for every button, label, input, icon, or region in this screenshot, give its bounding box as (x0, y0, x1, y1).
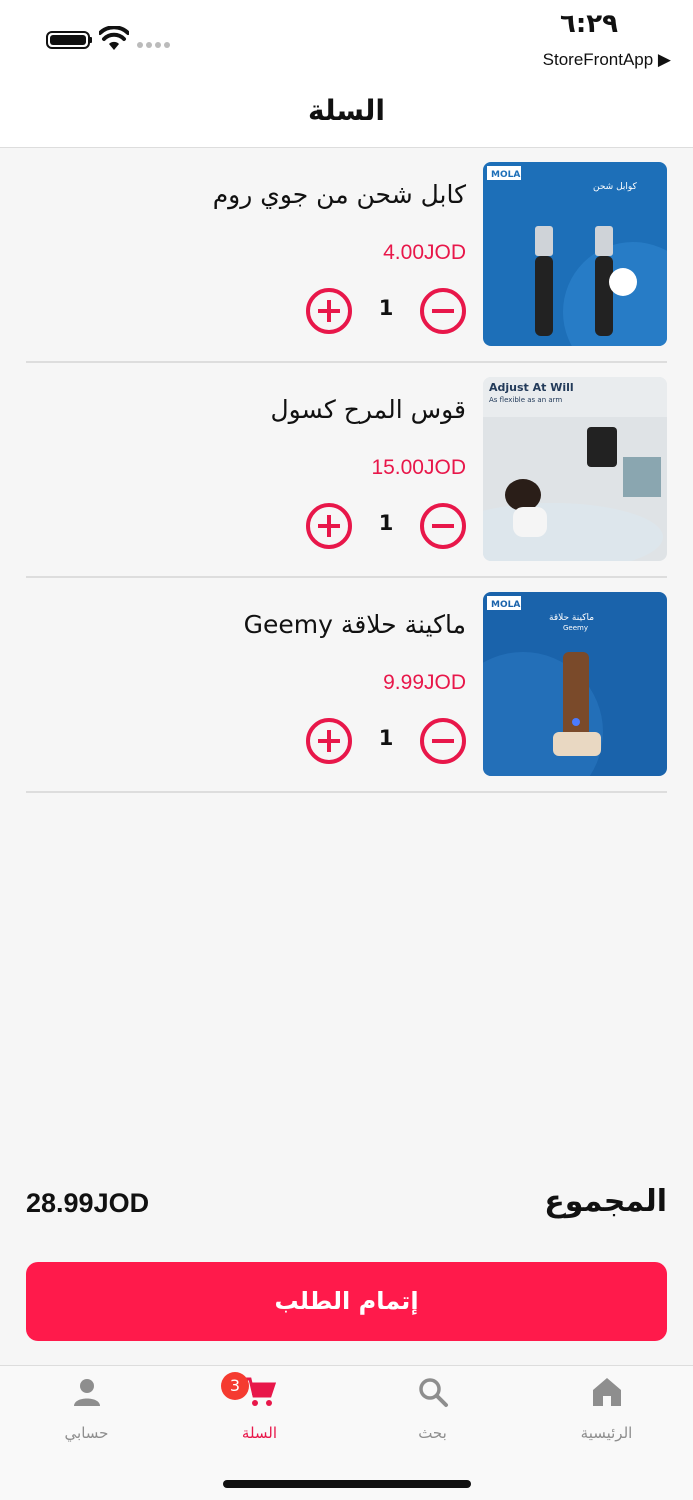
quantity-stepper: 1 (306, 503, 466, 549)
product-name: ماكينة حلاقة Geemy (243, 610, 466, 639)
back-to-app-link[interactable]: StoreFrontApp ▶ (543, 50, 671, 70)
home-icon (593, 1378, 621, 1406)
plus-icon[interactable] (306, 288, 352, 334)
tab-label: السلة (241, 1424, 278, 1442)
checkout-button[interactable]: إتمام الطلب (26, 1262, 667, 1341)
product-name: قوس المرح كسول (270, 395, 466, 424)
cart-badge: 3 (221, 1372, 249, 1400)
profile-icon (74, 1379, 100, 1406)
cart-item: Adjust At Will As flexible as an arm قوس… (26, 363, 667, 578)
plus-icon[interactable] (306, 718, 352, 764)
tab-profile[interactable]: حسابي (0, 1366, 173, 1466)
minus-icon[interactable] (420, 288, 466, 334)
quantity-value: 1 (378, 511, 394, 535)
quantity-stepper: 1 (306, 718, 466, 764)
tab-home[interactable]: الرئيسية (520, 1366, 693, 1466)
product-price: 4.00JOD (383, 241, 466, 264)
thumb-brand: MOLA (491, 170, 520, 180)
cart-icon (245, 1377, 276, 1406)
thumb-title: ماكينة حلاقة (549, 613, 594, 623)
wifi-icon (99, 26, 129, 50)
plus-icon[interactable] (306, 503, 352, 549)
tab-label: حسابي (64, 1424, 109, 1442)
quantity-value: 1 (378, 726, 394, 750)
search-icon (419, 1378, 448, 1407)
total-value: 28.99JOD (26, 1188, 150, 1218)
total-label: المجموع (544, 1184, 667, 1219)
minus-icon[interactable] (420, 503, 466, 549)
status-time: ٦:٢٩ (559, 9, 618, 39)
product-price: 15.00JOD (371, 456, 466, 479)
home-indicator[interactable] (223, 1480, 471, 1488)
product-image[interactable]: MOLA ماكينة حلاقة Geemy (483, 592, 667, 776)
cart-list: MOLA كوابل شحن كابل شحن من جوي روم 4.00J… (26, 148, 667, 793)
product-image[interactable]: MOLA كوابل شحن (483, 162, 667, 346)
status-bar: ٦:٢٩ StoreFrontApp ▶ (0, 0, 693, 80)
tab-label: الرئيسية (580, 1424, 633, 1442)
quantity-stepper: 1 (306, 288, 466, 334)
thumb-subtitle: As flexible as an arm (489, 396, 562, 404)
product-name: كابل شحن من جوي روم (212, 180, 466, 209)
quantity-value: 1 (378, 296, 394, 320)
tab-search[interactable]: بحث (346, 1366, 519, 1466)
thumb-title: Adjust At Will (489, 381, 574, 394)
thumb-brand: MOLA (491, 600, 520, 610)
product-price: 9.99JOD (383, 671, 466, 694)
tab-cart[interactable]: 3 السلة (173, 1366, 346, 1466)
battery-icon (46, 31, 92, 49)
signal-icon (137, 42, 170, 48)
cart-item: MOLA ماكينة حلاقة Geemy ماكينة حلاقة Gee… (26, 578, 667, 793)
tab-bar: حسابي 3 السلة بحث الرئيسية (0, 1365, 693, 1500)
cart-item: MOLA كوابل شحن كابل شحن من جوي روم 4.00J… (26, 148, 667, 363)
tab-label: بحث (418, 1424, 447, 1442)
total-row: المجموع 28.99JOD (26, 1184, 667, 1232)
nav-bar: السلة (0, 80, 693, 148)
thumb-subtitle: Geemy (563, 624, 588, 632)
page-title: السلة (307, 94, 385, 127)
minus-icon[interactable] (420, 718, 466, 764)
product-image[interactable]: Adjust At Will As flexible as an arm (483, 377, 667, 561)
thumb-title: كوابل شحن (593, 182, 638, 192)
